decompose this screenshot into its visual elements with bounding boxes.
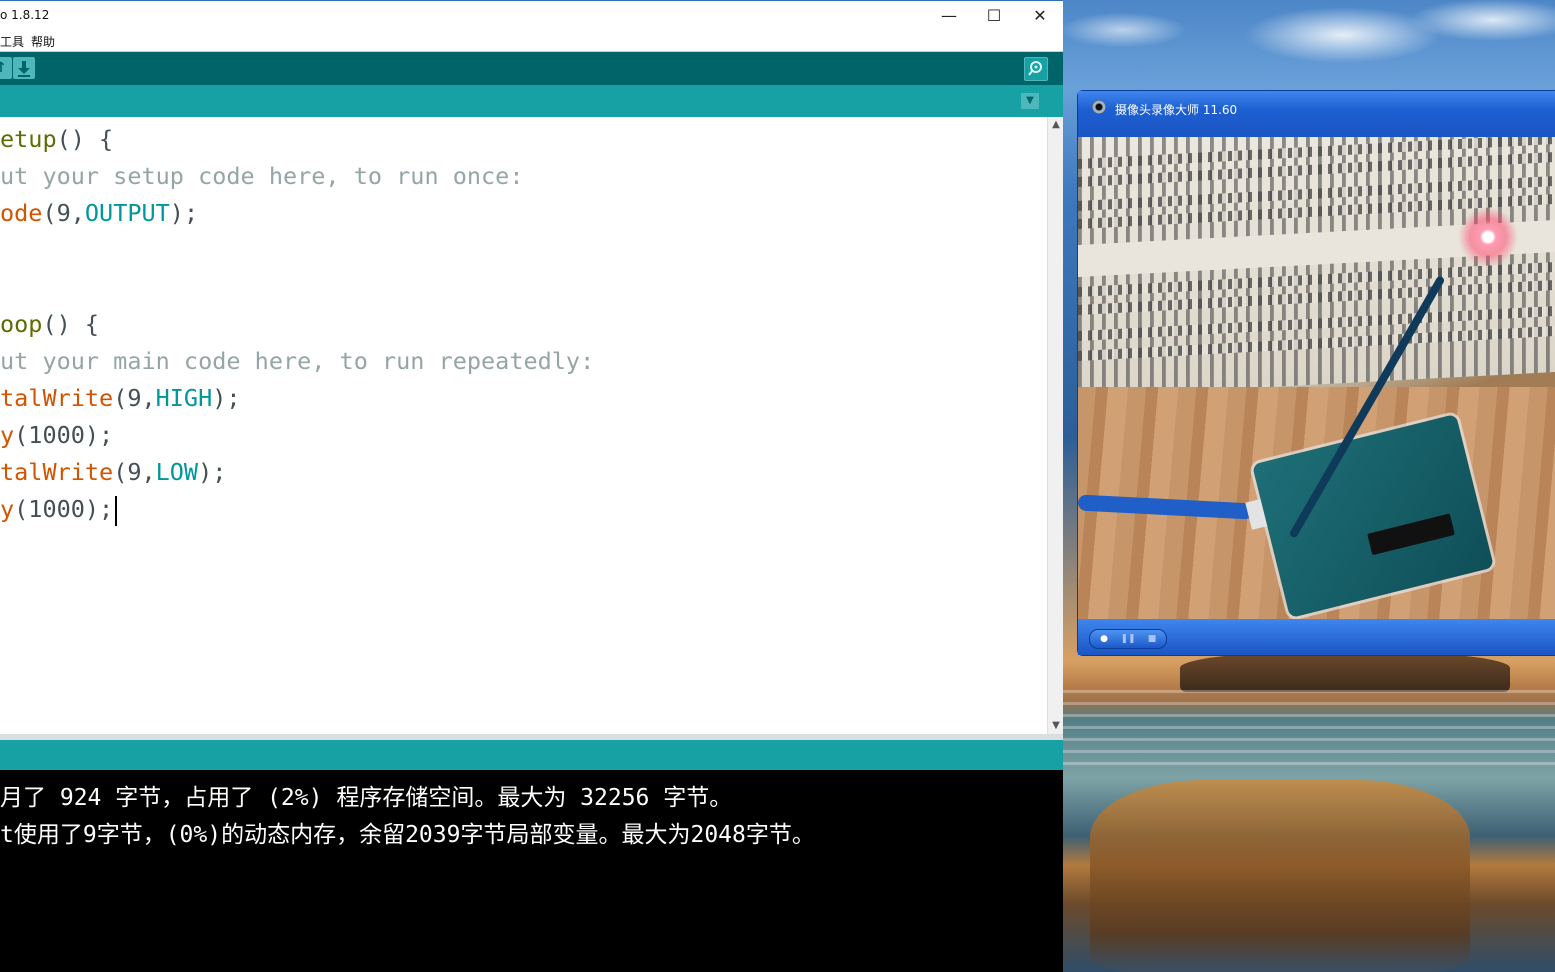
console-line: 月了 924 字节，占用了 (2%) 程序存储空间。最大为 32256 字节。 [0,785,733,811]
code-token: (9, [42,199,85,227]
code-token: () { [56,125,114,153]
scroll-up-icon[interactable]: ▲ [1048,117,1064,133]
output-console: 月了 924 字节，占用了 (2%) 程序存储空间。最大为 32256 字节。 … [0,770,1063,972]
ide-window-title: o 1.8.12 [0,8,50,22]
breadboard-image [1078,137,1555,397]
menu-help[interactable]: 帮助 [31,33,55,50]
cam-control-bar: ● ❚❚ ■ [1078,619,1555,655]
code-token: ); [212,384,241,412]
ide-toolbar: ↑ [0,52,1063,85]
cam-playback-controls: ● ❚❚ ■ [1089,629,1167,649]
record-button[interactable]: ● [1092,630,1116,648]
code-token: ut your main code here, to run repeatedl… [0,347,595,375]
code-token: (9, [113,458,156,486]
serial-monitor-icon [1028,61,1042,76]
code-token: (1000); [14,495,114,523]
code-token: talWrite [0,458,114,486]
code-token: etup [0,125,57,153]
code-token: (1000); [14,421,114,449]
maximize-button[interactable]: ☐ [971,1,1017,31]
code-editor[interactable]: etup() {ut your setup code here, to run … [0,117,1047,734]
tab-menu-button[interactable]: ▼ [1021,93,1039,109]
open-sketch-button[interactable]: ↑ [0,57,12,79]
code-line[interactable]: ode(9,OUTPUT); [0,195,594,232]
close-button[interactable]: ✕ [1017,1,1063,31]
status-bar [0,740,1063,770]
code-line[interactable]: y(1000); [0,491,594,528]
code-line[interactable]: etup() { [0,121,594,158]
code-line[interactable]: talWrite(9,HIGH); [0,380,594,417]
console-line: t使用了9字节，(0%)的动态内存，余留2039字节局部变量。最大为2048字节… [0,822,815,848]
text-cursor [115,495,118,526]
code-token: () { [42,310,100,338]
lit-led-image [1458,207,1518,267]
webcam-recorder-window: 摄像头录像大师 11.60 ● ❚❚ ■ [1077,90,1555,656]
code-token: y [0,495,15,523]
menu-bar: 工具 帮助 [0,30,1063,52]
scroll-down-icon[interactable]: ▼ [1048,718,1064,734]
code-token: LOW [155,458,199,486]
code-line[interactable] [0,269,594,306]
editor-scrollbar[interactable]: ▲ ▼ [1047,117,1063,734]
code-line[interactable]: ut your main code here, to run repeatedl… [0,343,594,380]
code-text[interactable]: etup() {ut your setup code here, to run … [0,121,594,528]
sketch-tab-bar: ▼ [0,85,1063,117]
wallpaper-rock [1180,652,1510,692]
stop-button[interactable]: ■ [1140,630,1164,648]
code-token: ); [198,458,227,486]
wallpaper-reflection [1090,780,1470,972]
code-token: y [0,421,15,449]
cam-titlebar[interactable]: 摄像头录像大师 11.60 [1078,91,1555,137]
arduino-ide-window: o 1.8.12 — ☐ ✕ 工具 帮助 ↑ ▼ etup() {ut you… [0,0,1063,972]
save-sketch-button[interactable] [13,57,35,79]
serial-monitor-button[interactable] [1024,57,1048,81]
save-icon [18,61,30,77]
wallpaper-waves [1063,690,1555,770]
code-token: ode [0,199,43,227]
code-line[interactable]: ut your setup code here, to run once: [0,158,594,195]
minimize-button[interactable]: — [926,1,972,31]
camera-video-feed [1078,137,1555,619]
open-icon: ↑ [0,60,7,76]
code-token: oop [0,310,43,338]
code-line[interactable]: y(1000); [0,417,594,454]
code-token: ); [169,199,199,227]
code-line[interactable] [0,232,594,269]
menu-tools[interactable]: 工具 [0,33,24,50]
code-token: HIGH [155,384,213,412]
code-token: OUTPUT [84,199,170,227]
cam-window-title: 摄像头录像大师 11.60 [1115,103,1238,117]
code-token: (9, [113,384,156,412]
ide-titlebar[interactable]: o 1.8.12 — ☐ ✕ [0,0,1063,30]
code-line[interactable]: talWrite(9,LOW); [0,454,594,491]
code-token: ut your setup code here, to run once: [0,162,524,190]
chevron-down-icon: ▼ [1026,95,1034,106]
webcam-icon [1092,100,1106,114]
code-line[interactable]: oop() { [0,306,594,343]
pause-button[interactable]: ❚❚ [1116,630,1140,648]
code-token: talWrite [0,384,114,412]
